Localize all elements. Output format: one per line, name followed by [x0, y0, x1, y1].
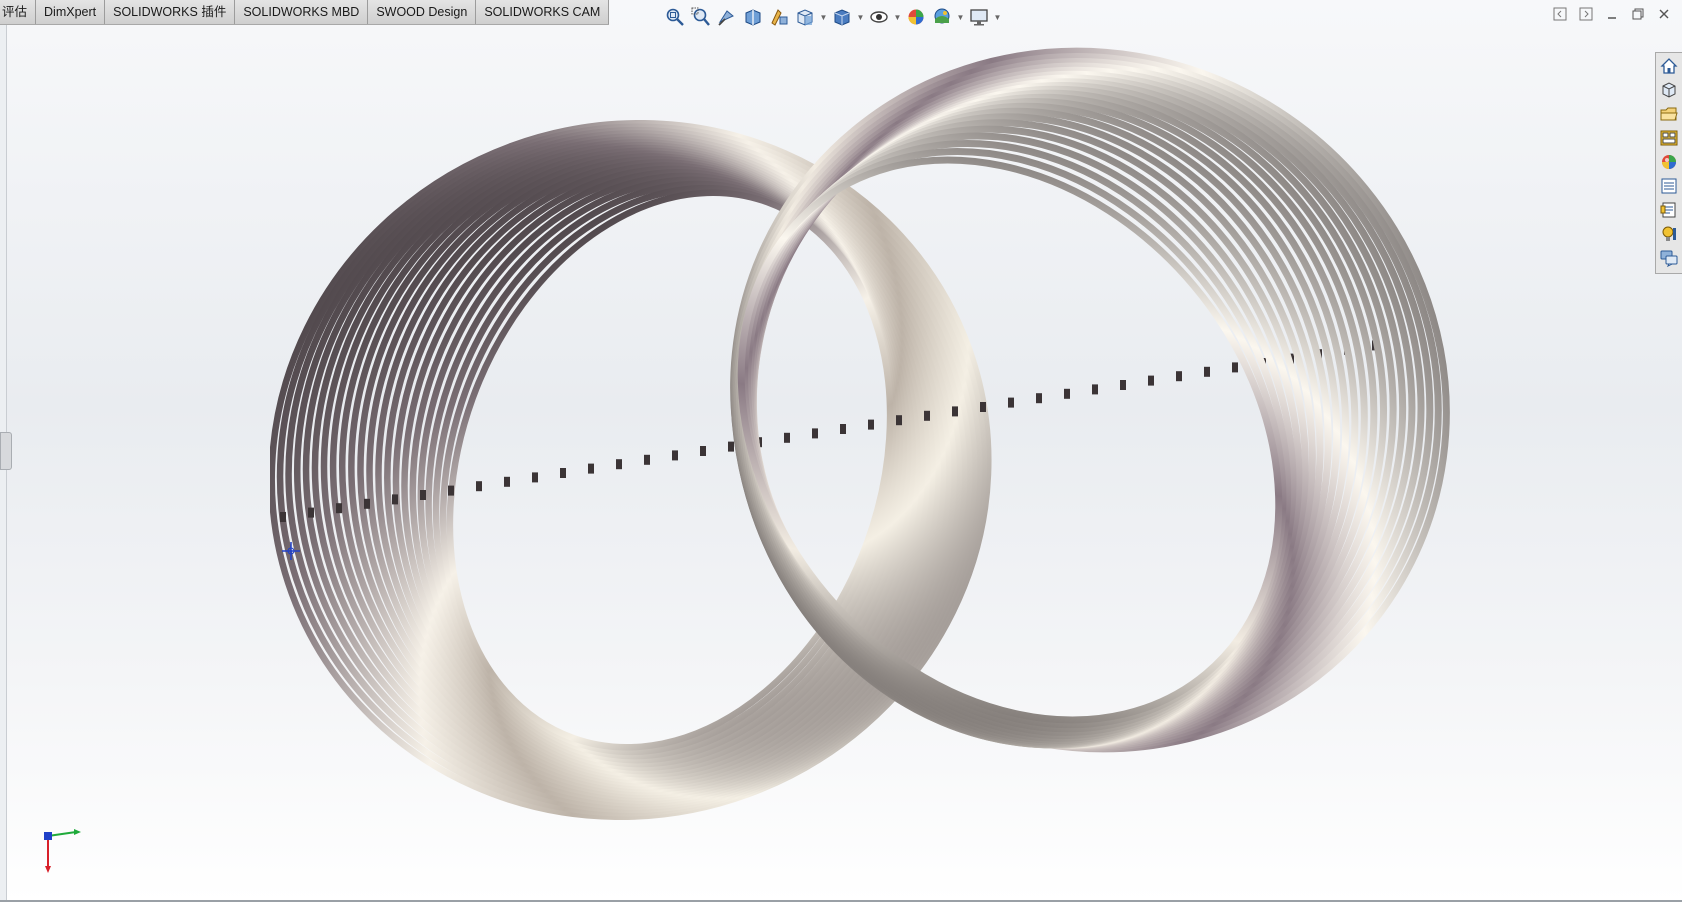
view-orientation-dropdown-icon[interactable]: ▼	[819, 5, 828, 29]
command-manager-tabs: 评估 DimXpert SOLIDWORKS 插件 SOLIDWORKS MBD…	[0, 0, 610, 25]
tips-icon[interactable]	[1658, 223, 1680, 245]
spacer-rung	[364, 498, 370, 509]
spacer-rung	[700, 446, 706, 456]
reference-triad-icon	[44, 829, 81, 873]
apply-scene-dropdown-icon[interactable]: ▼	[956, 5, 965, 29]
spacer-rung	[784, 432, 790, 443]
spacer-rung	[1036, 393, 1042, 404]
spacer-rung	[420, 490, 426, 500]
dynamic-annotation-views-icon[interactable]	[767, 5, 791, 29]
spacer-rung	[308, 507, 314, 518]
close-icon[interactable]	[1656, 6, 1672, 22]
solidworks-forum-icon[interactable]	[1658, 199, 1680, 221]
zoom-to-fit-icon[interactable]	[663, 5, 687, 29]
spacer-rung	[812, 428, 818, 439]
spacer-rung	[560, 468, 566, 478]
tab-solidworks-mbd[interactable]: SOLIDWORKS MBD	[235, 0, 369, 24]
spacer-rung	[728, 441, 734, 452]
tab-evaluate[interactable]: 评估	[0, 0, 37, 24]
tab-solidworks-addins[interactable]: SOLIDWORKS 插件	[105, 0, 236, 24]
previous-view-icon[interactable]	[715, 5, 739, 29]
tile-left-icon[interactable]	[1552, 6, 1568, 22]
view-palette-icon[interactable]	[1658, 127, 1680, 149]
document-window-controls	[1552, 6, 1672, 22]
spacer-rung	[532, 472, 538, 483]
spacer-rung	[672, 450, 678, 461]
origin-marker-icon	[282, 542, 300, 560]
spacer-rung	[980, 402, 986, 412]
spacer-rung	[1232, 362, 1238, 373]
appearances-scenes-icon[interactable]	[1658, 151, 1680, 173]
spacer-rung	[1148, 375, 1154, 386]
view-settings-icon[interactable]	[967, 5, 991, 29]
spacer-rung	[476, 481, 482, 492]
spacer-rung	[588, 463, 594, 474]
spacer-rung	[448, 485, 454, 496]
zoom-to-area-icon[interactable]	[689, 5, 713, 29]
spacer-rung	[644, 454, 650, 465]
file-explorer-icon[interactable]	[1658, 103, 1680, 125]
display-style-dropdown-icon[interactable]: ▼	[856, 5, 865, 29]
spacer-rung	[1092, 384, 1098, 395]
task-pane-tabs	[1655, 52, 1682, 274]
solidworks-resources-icon[interactable]	[1658, 55, 1680, 77]
spacer-rung	[280, 512, 286, 522]
feedback-icon[interactable]	[1658, 247, 1680, 269]
spacer-rung	[616, 459, 622, 470]
spacer-rung	[868, 419, 874, 430]
tile-right-icon[interactable]	[1578, 6, 1594, 22]
spacer-rung	[1008, 397, 1014, 408]
panel-splitter-handle[interactable]	[0, 432, 12, 470]
spacer-rung	[924, 410, 930, 421]
graphics-area[interactable]: 评估 DimXpert SOLIDWORKS 插件 SOLIDWORKS MBD…	[0, 0, 1682, 902]
spacer-rung	[1064, 388, 1070, 399]
tab-solidworks-cam[interactable]: SOLIDWORKS CAM	[476, 0, 610, 24]
tab-dimxpert[interactable]: DimXpert	[36, 0, 106, 24]
hide-show-dropdown-icon[interactable]: ▼	[893, 5, 902, 29]
custom-properties-icon[interactable]	[1658, 175, 1680, 197]
spacer-rung	[336, 503, 342, 514]
display-style-icon[interactable]	[830, 5, 854, 29]
spacer-rung	[840, 424, 846, 434]
spacer-rung	[1176, 371, 1182, 382]
view-orientation-icon[interactable]	[793, 5, 817, 29]
band-ring-left	[366, 153, 936, 787]
hide-show-items-icon[interactable]	[867, 5, 891, 29]
3d-model-torus-bands[interactable]	[270, 40, 1510, 880]
restore-icon[interactable]	[1630, 6, 1646, 22]
spacer-rung	[1120, 380, 1126, 390]
design-library-icon[interactable]	[1658, 79, 1680, 101]
tab-swood-design[interactable]: SWOOD Design	[368, 0, 477, 24]
spacer-rung	[896, 415, 902, 426]
spacer-rung	[952, 406, 958, 417]
spacer-rung	[504, 476, 510, 487]
minimize-icon[interactable]	[1604, 6, 1620, 22]
view-settings-dropdown-icon[interactable]: ▼	[993, 5, 1002, 29]
apply-scene-icon[interactable]	[930, 5, 954, 29]
section-view-icon[interactable]	[741, 5, 765, 29]
edit-appearance-icon[interactable]	[904, 5, 928, 29]
spacer-rung	[1204, 366, 1210, 377]
spacer-rung	[392, 494, 398, 505]
heads-up-view-toolbar: ▼ ▼ ▼ ▼ ▼	[663, 4, 1002, 30]
